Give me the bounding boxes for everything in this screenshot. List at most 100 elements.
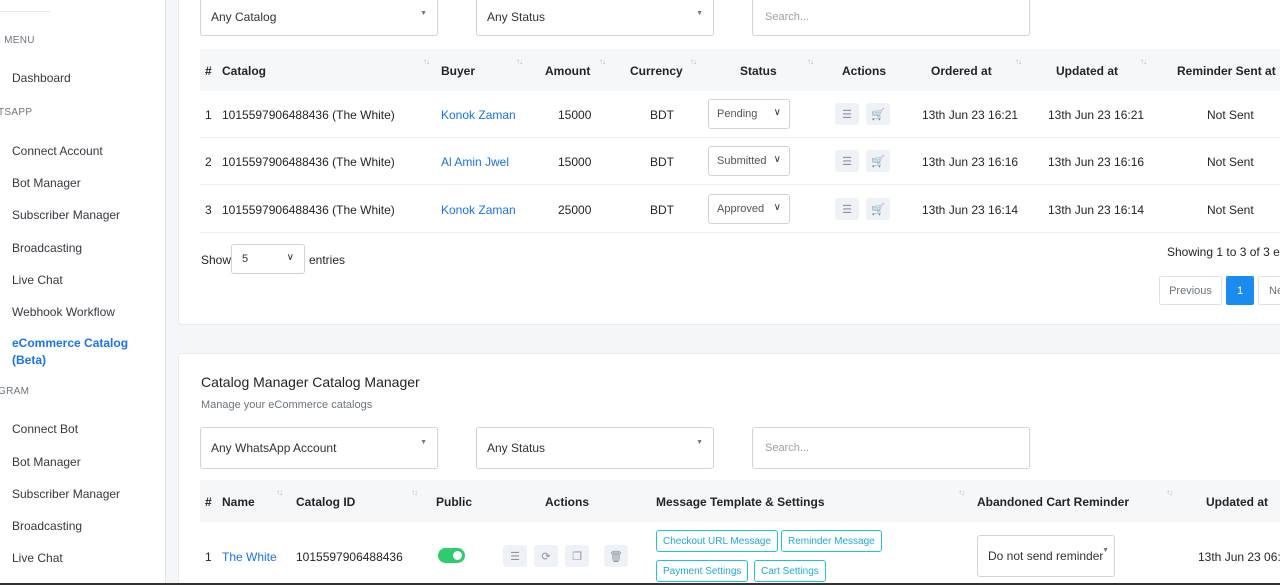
- col-abandoned-cart[interactable]: Abandoned Cart Reminder: [977, 495, 1129, 509]
- col-updated-at[interactable]: Updated at: [1056, 64, 1118, 78]
- entries-label: entries: [309, 253, 346, 267]
- row-buyer-link[interactable]: Al Amin Jwel: [441, 155, 509, 169]
- row-amount: 25000: [558, 203, 592, 217]
- refresh-icon[interactable]: ⟳: [534, 545, 558, 567]
- order-status-select[interactable]: Submitted ∨: [708, 146, 790, 176]
- sidebar-item-subscriber-manager[interactable]: Subscriber Manager: [12, 208, 120, 222]
- caret-down-icon: ▼: [420, 10, 427, 17]
- list-icon[interactable]: ☰: [835, 198, 859, 220]
- order-status-value: Submitted: [717, 155, 767, 167]
- sort-icon[interactable]: ↑↓: [411, 488, 418, 497]
- sidebar-item-connect-bot[interactable]: Connect Bot: [12, 422, 78, 436]
- status-filter-value: Any Status: [487, 10, 546, 24]
- sidebar-item-webhook-workflow[interactable]: Webhook Workflow: [12, 305, 115, 319]
- sidebar-item-dashboard[interactable]: Dashboard: [12, 71, 71, 85]
- reminder-select-value: Do not send reminder: [988, 549, 1104, 563]
- reminder-message-button[interactable]: Reminder Message: [781, 530, 882, 552]
- row-amount: 15000: [558, 108, 592, 122]
- sidebar-item-bot-manager[interactable]: Bot Manager: [12, 176, 81, 190]
- col-catalog[interactable]: Catalog: [222, 64, 266, 78]
- sidebar-item-broadcasting[interactable]: Broadcasting: [12, 241, 82, 255]
- sort-icon[interactable]: ↑↓: [599, 57, 606, 66]
- sidebar-item-ecommerce-catalog[interactable]: eCommerce Catalog (Beta): [12, 335, 128, 369]
- sidebar-item-tg-subscriber-manager[interactable]: Subscriber Manager: [12, 487, 120, 501]
- pagination-previous[interactable]: Previous: [1159, 276, 1222, 305]
- col-reminder-sent-at[interactable]: Reminder Sent at: [1177, 64, 1276, 78]
- checkout-url-message-button[interactable]: Checkout URL Message: [656, 530, 779, 552]
- sort-icon[interactable]: ↑↓: [807, 57, 814, 66]
- status-filter-select[interactable]: Any Status ▼: [476, 0, 714, 36]
- col-num: #: [205, 495, 212, 509]
- account-filter-value: Any WhatsApp Account: [211, 441, 337, 455]
- show-label: Show: [201, 253, 232, 267]
- cart-icon[interactable]: 🛒: [866, 150, 890, 172]
- col-currency[interactable]: Currency: [630, 64, 683, 78]
- cart-icon[interactable]: 🛒: [866, 103, 890, 125]
- catalog-manager-title: Catalog Manager Catalog Manager: [201, 374, 420, 390]
- pagination-next[interactable]: Ne: [1258, 276, 1280, 305]
- row-ordered-at: 13th Jun 23 16:16: [922, 155, 1019, 169]
- row-buyer-link[interactable]: Konok Zaman: [441, 108, 516, 122]
- sidebar-item-beta-label: (Beta): [12, 353, 47, 367]
- copy-icon[interactable]: ❐: [565, 545, 589, 567]
- col-actions: Actions: [842, 64, 887, 78]
- catalog-manager-subtitle: Manage your eCommerce catalogs: [201, 399, 373, 411]
- col-status[interactable]: Status: [740, 64, 777, 78]
- sort-icon[interactable]: ↑↓: [516, 57, 523, 66]
- catalog-filter-value: Any Catalog: [211, 10, 277, 24]
- order-status-select[interactable]: Approved ∨: [708, 194, 790, 224]
- caret-down-icon: ▼: [696, 10, 703, 17]
- sort-icon[interactable]: ↑↓: [690, 57, 697, 66]
- row-ordered-at: 13th Jun 23 16:14: [922, 203, 1019, 217]
- catalog-search-input[interactable]: Search...: [752, 427, 1030, 469]
- row-num: 1: [205, 550, 212, 564]
- payment-settings-button[interactable]: Payment Settings: [656, 560, 749, 582]
- sidebar-item-tg-live-chat[interactable]: Live Chat: [12, 551, 63, 565]
- catalog-id: 1015597906488436: [296, 550, 403, 564]
- col-catalog-id[interactable]: Catalog ID: [296, 495, 355, 509]
- order-status-value: Pending: [717, 108, 758, 120]
- sidebar-item-tg-bot-manager[interactable]: Bot Manager: [12, 455, 81, 469]
- sidebar-item-tg-broadcasting[interactable]: Broadcasting: [12, 519, 82, 533]
- pagination-page-1[interactable]: 1: [1226, 276, 1254, 305]
- col-buyer[interactable]: Buyer: [441, 64, 475, 78]
- catalog-filter-select[interactable]: Any Catalog ▼: [200, 0, 438, 36]
- abandoned-cart-reminder-select[interactable]: Do not send reminder ▼: [977, 535, 1115, 577]
- search-placeholder: Search...: [765, 442, 810, 454]
- row-num: 1: [205, 108, 212, 122]
- caret-down-icon: ▼: [696, 439, 703, 446]
- row-reminder: Not Sent: [1207, 155, 1254, 169]
- cart-icon[interactable]: 🛒: [866, 198, 890, 220]
- list-icon[interactable]: ☰: [503, 545, 527, 567]
- row-ordered-at: 13th Jun 23 16:21: [922, 108, 1019, 122]
- col-amount[interactable]: Amount: [545, 64, 590, 78]
- search-placeholder: Search...: [765, 11, 810, 23]
- row-buyer-link[interactable]: Konok Zaman: [441, 203, 516, 217]
- account-filter-select[interactable]: Any WhatsApp Account ▼: [200, 427, 438, 469]
- sort-icon[interactable]: ↑↓: [423, 57, 430, 66]
- sidebar-divider: [0, 11, 50, 12]
- sidebar-item-connect-account[interactable]: Connect Account: [12, 144, 103, 158]
- sidebar-item-live-chat[interactable]: Live Chat: [12, 273, 63, 287]
- orders-search-input[interactable]: Search...: [752, 0, 1030, 36]
- cart-settings-button[interactable]: Cart Settings: [754, 560, 826, 582]
- list-icon[interactable]: ☰: [835, 103, 859, 125]
- sort-icon[interactable]: ↑↓: [958, 488, 965, 497]
- catalog-status-filter-select[interactable]: Any Status ▼: [476, 427, 714, 469]
- trash-icon[interactable]: 🗑: [604, 545, 628, 567]
- row-catalog: 1015597906488436 (The White): [222, 155, 395, 169]
- col-ordered-at[interactable]: Ordered at: [931, 64, 992, 78]
- col-updated-at[interactable]: Updated at: [1206, 495, 1268, 509]
- order-status-select[interactable]: Pending ∨: [708, 99, 790, 129]
- sort-icon[interactable]: ↑↓: [1166, 488, 1173, 497]
- entries-select[interactable]: 5 ∨: [231, 244, 305, 274]
- list-icon[interactable]: ☰: [835, 150, 859, 172]
- public-toggle[interactable]: [438, 548, 465, 563]
- sort-icon[interactable]: ↑↓: [1015, 57, 1022, 66]
- sort-icon[interactable]: ↑↓: [276, 488, 283, 497]
- col-message-template: Message Template & Settings: [656, 495, 825, 509]
- sort-icon[interactable]: ↑↓: [1140, 57, 1147, 66]
- row-amount: 15000: [558, 155, 592, 169]
- catalog-name-link[interactable]: The White: [222, 550, 277, 564]
- col-name[interactable]: Name: [222, 495, 255, 509]
